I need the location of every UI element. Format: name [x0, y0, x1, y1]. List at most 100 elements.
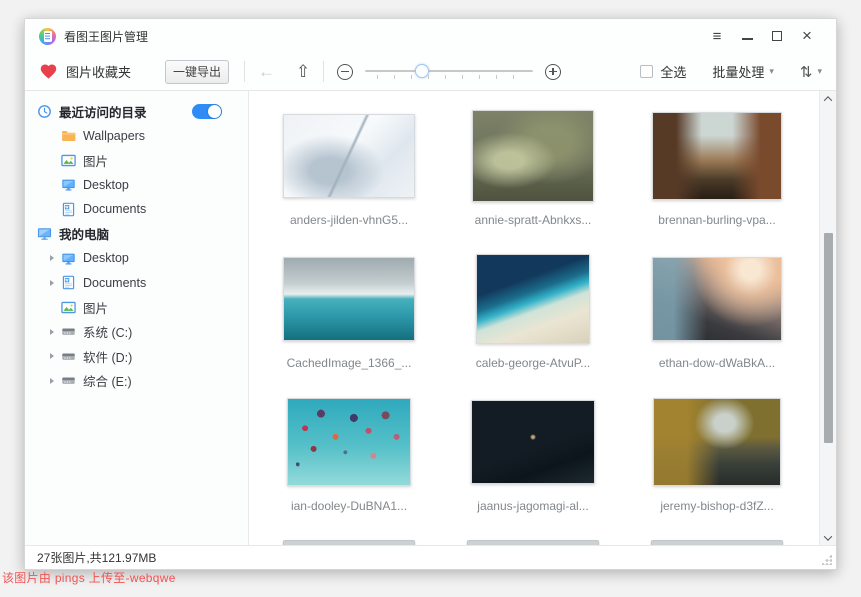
- image-filename: ethan-dow-dWaBkA...: [659, 356, 775, 370]
- documents-icon: [61, 202, 76, 217]
- maximize-icon[interactable]: [762, 24, 792, 48]
- chevron-down-icon: ▾: [817, 66, 822, 77]
- status-text: 27张图片,共121.97MB: [37, 549, 156, 566]
- menu-icon[interactable]: ≡: [702, 24, 732, 48]
- vertical-scrollbar[interactable]: [819, 91, 836, 545]
- sidebar-item[interactable]: 我的电脑: [25, 222, 248, 247]
- favorites-label[interactable]: 图片收藏夹: [66, 62, 131, 81]
- window-title: 看图王图片管理: [64, 28, 148, 45]
- minimize-icon[interactable]: [732, 24, 762, 48]
- image-item[interactable]: anders-jilden-vhnG5...: [257, 105, 441, 248]
- image-filename: CachedImage_1366_...: [287, 356, 412, 370]
- image-thumbnail[interactable]: [472, 110, 594, 202]
- image-item[interactable]: brennan-burling-vpa...: [625, 105, 809, 248]
- desktop-icon: [61, 251, 76, 266]
- image-item[interactable]: ian-dooley-DuBNA1...: [257, 391, 441, 534]
- sidebar-item-label: Desktop: [83, 251, 129, 265]
- zoom-in-icon[interactable]: [545, 64, 561, 80]
- sidebar-item-label: 综合 (E:): [83, 371, 132, 390]
- image-item[interactable]: caleb-george-AtvuP...: [441, 248, 625, 391]
- expand-arrow-icon[interactable]: [50, 378, 61, 384]
- back-arrow-icon[interactable]: ←: [258, 62, 275, 82]
- drive-icon: [61, 349, 76, 364]
- image-thumbnail[interactable]: [652, 112, 782, 200]
- titlebar: 看图王图片管理 ≡ ×: [25, 19, 836, 53]
- image-thumbnail[interactable]: [283, 114, 415, 198]
- image-item[interactable]: jaanus-jagomagi-al...: [441, 391, 625, 534]
- scroll-up-icon[interactable]: [820, 91, 836, 106]
- image-filename: caleb-george-AtvuP...: [476, 356, 591, 370]
- desktop-icon: [61, 177, 76, 192]
- sidebar: 最近访问的目录 Wallpapers 图片 Desktop Documents …: [25, 91, 249, 545]
- toolbar-separator: [244, 61, 245, 82]
- toolbar-separator: [323, 61, 324, 82]
- sort-dropdown[interactable]: ⇅ ▾: [800, 63, 822, 81]
- sidebar-item[interactable]: 图片: [25, 148, 248, 173]
- image-filename: brennan-burling-vpa...: [658, 213, 775, 227]
- image-thumbnail[interactable]: [287, 398, 411, 486]
- sidebar-item-label: 系统 (C:): [83, 322, 132, 341]
- folder-icon: [61, 128, 76, 143]
- image-item[interactable]: ethan-dow-dWaBkA...: [625, 248, 809, 391]
- up-folder-icon[interactable]: ⇧: [296, 62, 310, 82]
- documents-icon: [61, 275, 76, 290]
- sidebar-item-label: Documents: [83, 202, 146, 216]
- watermark-text: 该图片由 pings 上传至-webqwe: [2, 569, 176, 586]
- sidebar-item[interactable]: 最近访问的目录: [25, 99, 248, 124]
- sidebar-item[interactable]: 系统 (C:): [25, 320, 248, 345]
- image-filename: ian-dooley-DuBNA1...: [291, 499, 407, 513]
- image-filename: jaanus-jagomagi-al...: [477, 499, 588, 513]
- slider-handle[interactable]: [415, 64, 429, 78]
- image-item[interactable]: annie-spratt-Abnkxs...: [441, 105, 625, 248]
- sidebar-item[interactable]: 软件 (D:): [25, 344, 248, 369]
- recent-dirs-toggle[interactable]: [192, 104, 222, 119]
- sidebar-item[interactable]: 图片: [25, 295, 248, 320]
- expand-arrow-icon[interactable]: [50, 255, 61, 261]
- slider-ticks: [377, 75, 529, 79]
- app-logo-icon: [39, 28, 56, 45]
- sidebar-item-label: 图片: [83, 298, 108, 317]
- image-thumbnail[interactable]: [471, 400, 595, 484]
- content-area: anders-jilden-vhnG5... annie-spratt-Abnk…: [249, 91, 836, 545]
- resize-grip[interactable]: [822, 555, 832, 565]
- select-all-label[interactable]: 全选: [660, 62, 686, 81]
- sidebar-item[interactable]: Documents: [25, 271, 248, 296]
- batch-process-label: 批量处理: [712, 62, 764, 81]
- image-filename: anders-jilden-vhnG5...: [290, 213, 408, 227]
- image-grid: anders-jilden-vhnG5... annie-spratt-Abnk…: [249, 91, 819, 545]
- statusbar: 27张图片,共121.97MB: [25, 545, 836, 569]
- sidebar-item[interactable]: 综合 (E:): [25, 369, 248, 394]
- sidebar-item[interactable]: Desktop: [25, 246, 248, 271]
- sidebar-item[interactable]: Documents: [25, 197, 248, 222]
- expand-arrow-icon[interactable]: [50, 353, 61, 359]
- desktop-background: 看图王图片管理 ≡ × 图片收藏夹 一键导出 ← ⇧: [0, 0, 861, 597]
- zoom-out-icon[interactable]: [337, 64, 353, 80]
- export-button[interactable]: 一键导出: [165, 60, 229, 84]
- heart-icon[interactable]: [39, 63, 58, 80]
- sidebar-item[interactable]: Desktop: [25, 173, 248, 198]
- sidebar-item-label: 图片: [83, 151, 108, 170]
- zoom-slider[interactable]: [365, 62, 533, 82]
- image-thumbnail[interactable]: [652, 257, 782, 341]
- sidebar-item-label: Desktop: [83, 178, 129, 192]
- expand-arrow-icon[interactable]: [50, 280, 61, 286]
- select-all-checkbox[interactable]: [640, 65, 653, 78]
- sidebar-item-label: 软件 (D:): [83, 347, 132, 366]
- image-thumbnail[interactable]: [653, 398, 781, 486]
- close-icon[interactable]: ×: [792, 24, 822, 48]
- sort-icon: ⇅: [800, 63, 813, 81]
- batch-process-dropdown[interactable]: 批量处理 ▾: [712, 62, 774, 81]
- sidebar-item-label: Wallpapers: [83, 129, 145, 143]
- image-thumbnail[interactable]: [283, 257, 415, 341]
- app-window: 看图王图片管理 ≡ × 图片收藏夹 一键导出 ← ⇧: [24, 18, 837, 570]
- slider-track[interactable]: [365, 70, 533, 72]
- image-item[interactable]: CachedImage_1366_...: [257, 248, 441, 391]
- image-item[interactable]: jeremy-bishop-d3fZ...: [625, 391, 809, 534]
- scrollbar-thumb[interactable]: [824, 233, 833, 443]
- expand-arrow-icon[interactable]: [50, 329, 61, 335]
- sidebar-item-label: 我的电脑: [59, 224, 109, 243]
- sidebar-item[interactable]: Wallpapers: [25, 124, 248, 149]
- image-thumbnail[interactable]: [476, 254, 590, 344]
- scroll-down-icon[interactable]: [820, 530, 836, 545]
- pictures-icon: [61, 300, 76, 315]
